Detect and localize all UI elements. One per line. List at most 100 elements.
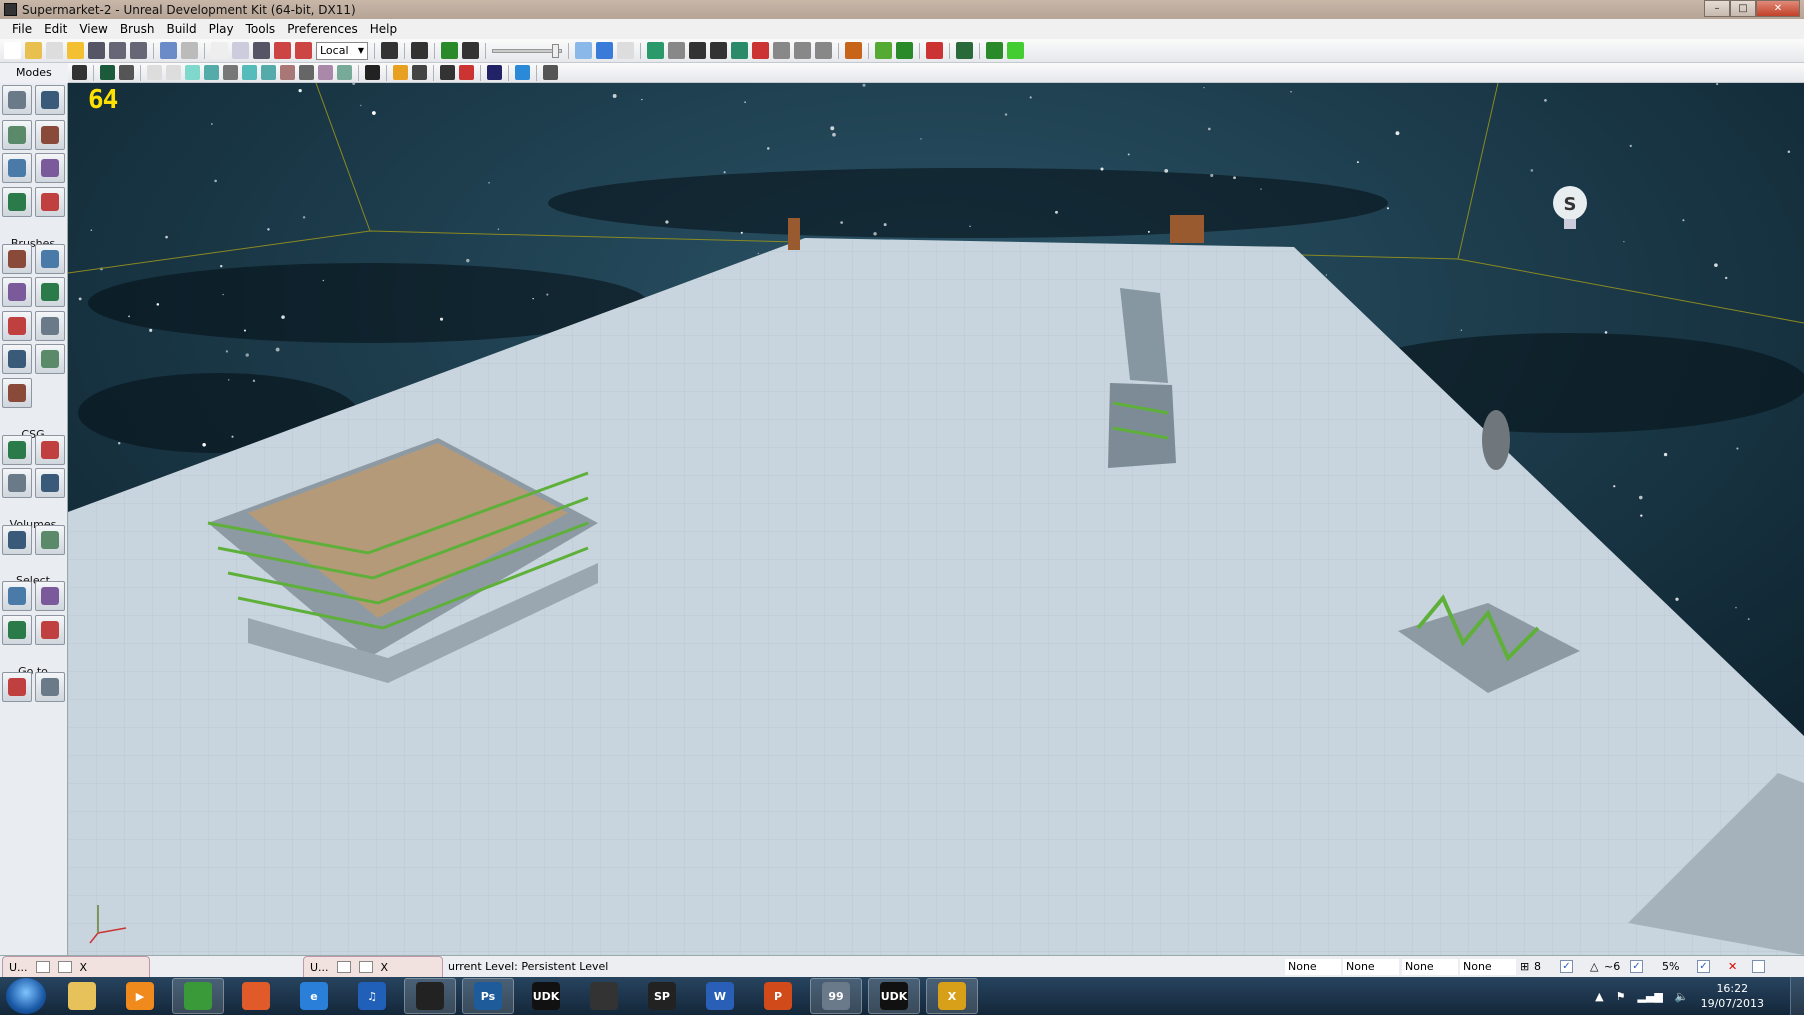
- restore-icon[interactable]: [35, 961, 50, 973]
- taskbar-app-media-player[interactable]: ▶: [114, 978, 166, 1014]
- taskbar-app-app-99[interactable]: 99: [810, 978, 862, 1014]
- route-2-icon[interactable]: [710, 42, 727, 59]
- build-all-icon[interactable]: [815, 42, 832, 59]
- action-center-flag-icon[interactable]: ⚑: [1616, 990, 1626, 1003]
- pawn-icon[interactable]: [668, 42, 685, 59]
- joystick-icon[interactable]: [440, 65, 455, 80]
- grid-snap-checkbox[interactable]: ✓: [1560, 960, 1573, 973]
- lit-detail-icon[interactable]: [223, 65, 238, 80]
- menu-tools[interactable]: Tools: [240, 22, 282, 36]
- hide-selected-button[interactable]: [35, 581, 65, 611]
- csg-deintersect-button[interactable]: [35, 468, 65, 498]
- pivot-icon[interactable]: [119, 65, 134, 80]
- option-checkbox[interactable]: [1752, 960, 1765, 973]
- lighting-only-icon[interactable]: [242, 65, 257, 80]
- k2-icon[interactable]: [986, 42, 1003, 59]
- new-icon[interactable]: [4, 42, 21, 59]
- volumetric-brush-button[interactable]: [2, 378, 32, 408]
- stairs-brush-button[interactable]: [2, 277, 32, 307]
- dropdown-icon[interactable]: [72, 65, 87, 80]
- close-icon[interactable]: X: [381, 961, 389, 974]
- level-viewport[interactable]: S 64: [68, 83, 1804, 955]
- status-field[interactable]: None: [1460, 959, 1516, 975]
- close-icon[interactable]: X: [80, 961, 88, 974]
- wireframe-icon[interactable]: [166, 65, 181, 80]
- select-icon[interactable]: [211, 42, 228, 59]
- taskbar-app-word[interactable]: W: [694, 978, 746, 1014]
- terrain-mode-button[interactable]: [2, 120, 32, 150]
- green-shield-icon[interactable]: [647, 42, 664, 59]
- landscape-mode-button[interactable]: [2, 187, 32, 217]
- menu-build[interactable]: Build: [160, 22, 202, 36]
- content-browser-icon[interactable]: [845, 42, 862, 59]
- volume-icon[interactable]: 🔈: [1675, 990, 1689, 1003]
- taskbar-app-udk[interactable]: UDK: [520, 978, 572, 1014]
- route-1-icon[interactable]: [689, 42, 706, 59]
- csg-add-button[interactable]: [2, 435, 32, 465]
- save-as-icon[interactable]: [130, 42, 147, 59]
- csg-intersect-button[interactable]: [2, 468, 32, 498]
- taskbar-app-itunes[interactable]: ♫: [346, 978, 398, 1014]
- goto-builder-brush-button[interactable]: [35, 672, 65, 702]
- spiral-stairs-brush-button[interactable]: [2, 344, 32, 374]
- rotate-icon[interactable]: [253, 42, 270, 59]
- cube-brush-button[interactable]: [2, 244, 32, 274]
- rotation-snap[interactable]: ~6: [1604, 960, 1620, 973]
- light-complexity-icon[interactable]: [261, 65, 276, 80]
- cone-brush-button[interactable]: [35, 244, 65, 274]
- menu-brush[interactable]: Brush: [114, 22, 161, 36]
- goto-actor-button[interactable]: [2, 672, 32, 702]
- play-in-viewport-icon[interactable]: [515, 65, 530, 80]
- scale-snap-checkbox[interactable]: ✓: [1697, 960, 1710, 973]
- taskbar-app-chrome[interactable]: [172, 978, 224, 1014]
- maximize-icon[interactable]: [57, 961, 72, 973]
- menu-help[interactable]: Help: [364, 22, 403, 36]
- menu-preferences[interactable]: Preferences: [281, 22, 364, 36]
- texture-mode-button[interactable]: [35, 120, 65, 150]
- scale-snap[interactable]: 5%: [1662, 960, 1679, 973]
- scale-icon[interactable]: [274, 42, 291, 59]
- scale-nonuniform-icon[interactable]: [295, 42, 312, 59]
- build-geom-icon[interactable]: [731, 42, 748, 59]
- detach-icon[interactable]: [543, 65, 558, 80]
- minimized-window[interactable]: U... X: [303, 956, 443, 978]
- restore-icon[interactable]: [336, 961, 351, 973]
- show-flags-icon[interactable]: [412, 65, 427, 80]
- mobile-icon[interactable]: [956, 42, 973, 59]
- close-button[interactable]: ✕: [1756, 0, 1800, 17]
- sphere-brush-button[interactable]: [35, 344, 65, 374]
- save-icon[interactable]: [88, 42, 105, 59]
- game-view-icon[interactable]: [596, 42, 613, 59]
- recent-icon[interactable]: [46, 42, 63, 59]
- build-paths-icon[interactable]: [773, 42, 790, 59]
- star-icon[interactable]: [617, 42, 634, 59]
- k-icon[interactable]: [441, 42, 458, 59]
- unlit-icon[interactable]: [185, 65, 200, 80]
- clock[interactable]: 16:22 19/07/2013: [1701, 981, 1764, 1011]
- select-invert-button[interactable]: [2, 615, 32, 645]
- lit-icon[interactable]: [204, 65, 219, 80]
- cylinder-brush-button[interactable]: [35, 277, 65, 307]
- coordinate-space-dropdown[interactable]: Local: [316, 41, 368, 60]
- status-field[interactable]: None: [1402, 959, 1458, 975]
- geometry-mode-button[interactable]: [35, 85, 65, 115]
- minimize-button[interactable]: –: [1704, 0, 1730, 17]
- add-volume-button[interactable]: [2, 525, 32, 555]
- actor-mode-button[interactable]: [35, 153, 65, 183]
- maximize-icon[interactable]: [487, 65, 502, 80]
- show-all-button[interactable]: [35, 615, 65, 645]
- taskbar-app-udk-2[interactable]: UDK: [868, 978, 920, 1014]
- taskbar-app-photoshop[interactable]: Ps: [462, 978, 514, 1014]
- csg-subtract-button[interactable]: [35, 435, 65, 465]
- camera-mode-button[interactable]: [2, 85, 32, 115]
- sheet-brush-button[interactable]: [35, 311, 65, 341]
- rotation-snap-checkbox[interactable]: ✓: [1630, 960, 1643, 973]
- grid-size[interactable]: 8: [1534, 960, 1541, 973]
- reflections-icon[interactable]: [337, 65, 352, 80]
- undo-icon[interactable]: [160, 42, 177, 59]
- play-pc-icon[interactable]: [896, 42, 913, 59]
- favorites-icon[interactable]: [67, 42, 84, 59]
- menu-edit[interactable]: Edit: [38, 22, 73, 36]
- open-icon[interactable]: [25, 42, 42, 59]
- maximize-icon[interactable]: [358, 961, 373, 973]
